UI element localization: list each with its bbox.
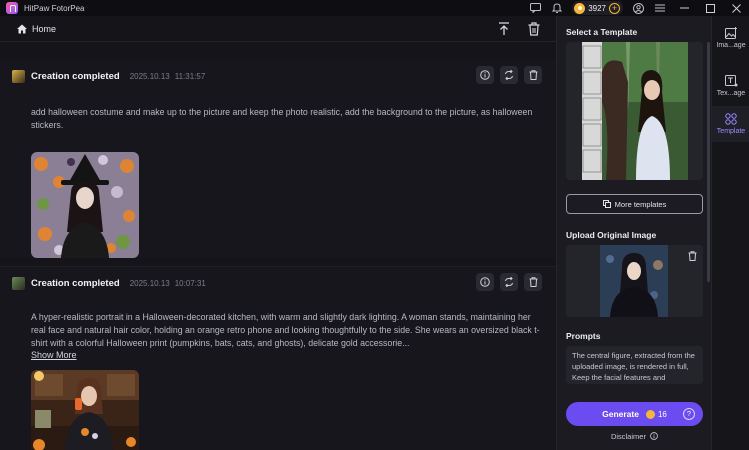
- app-title: HitPaw FotorPea: [24, 3, 85, 13]
- rail-label: Template: [716, 128, 746, 135]
- home-link[interactable]: Home: [32, 24, 56, 34]
- trash-icon: [529, 70, 537, 80]
- delete-all-button[interactable]: [526, 20, 542, 38]
- delete-button[interactable]: [524, 66, 542, 84]
- menu-icon[interactable]: [653, 1, 667, 15]
- result-image[interactable]: [31, 152, 139, 258]
- maximize-button[interactable]: [697, 0, 723, 16]
- title-bar: HitPaw FotorPea 3927 +: [0, 0, 749, 16]
- app-logo-icon: [6, 2, 18, 14]
- card-prompt: A hyper-realistic portrait in a Hallowee…: [31, 312, 540, 348]
- info-icon: [480, 70, 490, 80]
- prompts-heading: Prompts: [566, 331, 601, 341]
- more-templates-label: More templates: [614, 199, 667, 209]
- image-icon: [724, 27, 737, 39]
- coin-balance[interactable]: 3927 +: [572, 1, 623, 15]
- card-time: 10:07:31: [174, 278, 206, 288]
- options-panel: Select a Template More templates Upload …: [556, 16, 711, 450]
- panel-scrollbar[interactable]: [707, 42, 710, 282]
- regenerate-button[interactable]: [500, 273, 518, 291]
- card-time: 11:31:57: [174, 71, 206, 81]
- info-button[interactable]: [476, 66, 494, 84]
- info-button[interactable]: [476, 273, 494, 291]
- refresh-icon: [505, 70, 513, 80]
- coin-icon: [574, 2, 586, 14]
- creation-card: Creation completed 2025.10.13 10:07:31 A…: [0, 266, 556, 450]
- result-thumbnail-small: [12, 69, 25, 83]
- info-icon: [480, 277, 490, 287]
- select-template-heading: Select a Template: [566, 27, 638, 37]
- add-coins-button[interactable]: +: [609, 2, 620, 14]
- home-icon[interactable]: [16, 23, 28, 35]
- disclaimer-label: Disclaimer: [610, 432, 646, 441]
- template-preview[interactable]: [566, 42, 703, 180]
- help-icon[interactable]: ?: [683, 408, 695, 420]
- generate-cost: 16: [657, 409, 667, 419]
- result-image[interactable]: [31, 370, 139, 450]
- close-button[interactable]: [723, 0, 749, 16]
- upload-icon: [499, 22, 509, 35]
- rail-label: Tex...age: [716, 90, 746, 97]
- rail-item-image-to-image[interactable]: Ima...age: [712, 20, 749, 56]
- coin-count: 3927: [588, 3, 606, 13]
- generate-button[interactable]: Generate 16 ?: [566, 402, 703, 426]
- rail-label: Ima...age: [716, 42, 746, 49]
- card-date: 2025.10.13: [129, 71, 170, 81]
- tool-rail: Ima...age Tex...age Template: [711, 16, 749, 450]
- uploaded-image-preview[interactable]: [566, 245, 703, 317]
- grid-icon: [725, 113, 737, 125]
- bell-icon[interactable]: [550, 1, 564, 15]
- feedback-icon[interactable]: [528, 1, 542, 15]
- export-button[interactable]: [496, 20, 512, 38]
- prompt-textarea[interactable]: The central figure, extracted from the u…: [566, 346, 703, 384]
- trash-icon: [529, 277, 537, 287]
- card-prompt: add halloween costume and make up to the…: [31, 107, 533, 130]
- generate-label: Generate: [602, 409, 639, 419]
- top-nav: Home: [0, 16, 556, 42]
- result-thumbnail-small: [12, 276, 25, 290]
- main-area: Home Creation completed 2025.10.13 11:31…: [0, 16, 556, 450]
- refresh-icon: [505, 277, 513, 287]
- card-date: 2025.10.13: [129, 278, 170, 288]
- regenerate-button[interactable]: [500, 66, 518, 84]
- rail-item-text-to-image[interactable]: Tex...age: [712, 68, 749, 104]
- info-icon: [650, 432, 658, 440]
- remove-image-icon[interactable]: [688, 251, 697, 261]
- card-title: Creation completed: [31, 277, 120, 289]
- show-more-link[interactable]: Show More: [31, 350, 77, 360]
- trash-icon: [528, 22, 540, 36]
- account-icon[interactable]: [631, 1, 645, 15]
- disclaimer-link[interactable]: Disclaimer: [566, 432, 703, 441]
- coin-icon: [645, 409, 655, 419]
- more-templates-button[interactable]: More templates: [566, 194, 703, 214]
- text-image-icon: [724, 75, 737, 87]
- minimize-button[interactable]: [671, 0, 697, 16]
- rail-item-template[interactable]: Template: [712, 106, 749, 142]
- templates-icon: [602, 200, 611, 208]
- creation-card: Creation completed 2025.10.13 11:31:57 a…: [0, 60, 556, 258]
- delete-button[interactable]: [524, 273, 542, 291]
- upload-heading: Upload Original Image: [566, 230, 657, 240]
- card-title: Creation completed: [31, 70, 120, 82]
